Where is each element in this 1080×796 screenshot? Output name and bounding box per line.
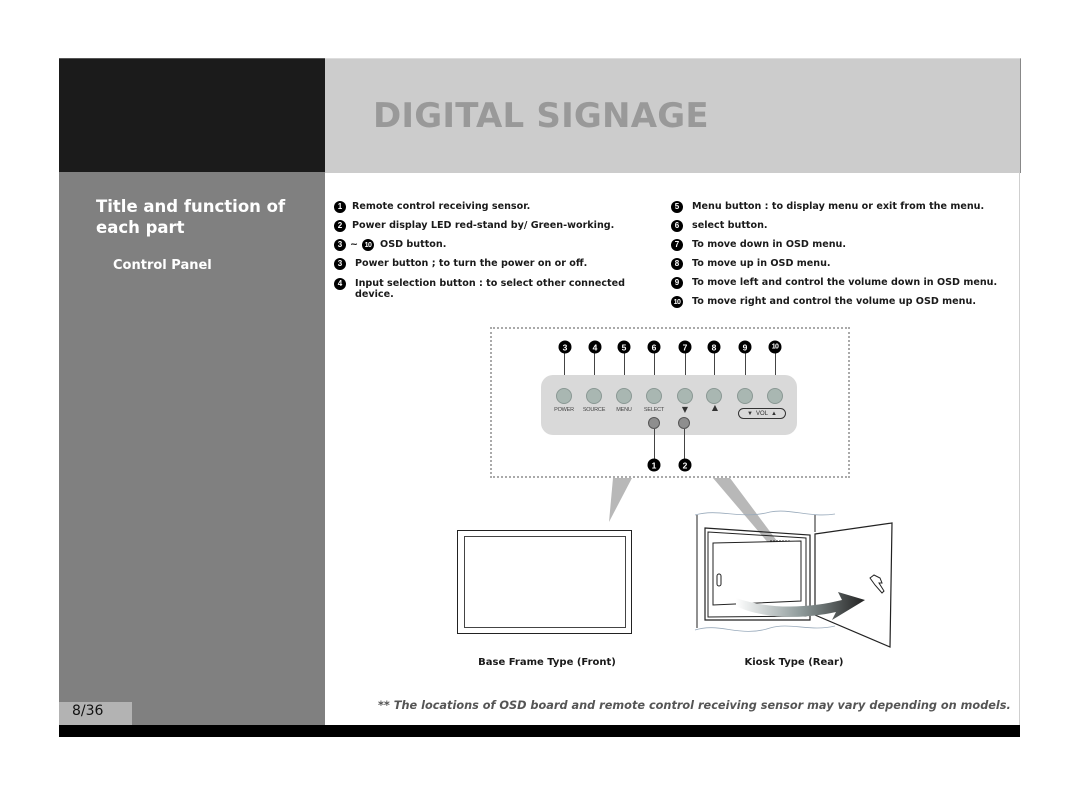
callout-badge: 6 [647,340,661,354]
description-text: Remote control receiving sensor. [352,201,531,212]
page-title: DIGITAL SIGNAGE [373,96,709,136]
number-badge: 7 [671,239,683,251]
display-front-screen [464,536,626,628]
callout-badge: 5 [617,340,631,354]
source-button[interactable] [586,388,602,404]
number-badge: 3 [334,239,346,251]
number-badge: 2 [334,220,346,232]
description-item: 6 select button. [671,220,768,232]
description-text: Power display LED red-stand by/ Green-wo… [352,220,615,231]
button-label: POWER [554,407,574,413]
number-badge: 5 [671,201,683,213]
sidebar [59,172,325,725]
volume-up-icon: ▲ [771,410,777,417]
description-item: 7 To move down in OSD menu. [671,239,846,251]
rear-caption: Kiosk Type (Rear) [744,657,844,668]
number-badge: 1 [334,201,346,213]
description-item: 8 To move up in OSD menu. [671,258,831,270]
description-text: To move up in OSD menu. [692,258,831,269]
front-caption: Base Frame Type (Front) [478,657,616,668]
description-item: 3 ~ 10 OSD button. [334,239,446,251]
number-badge: 10 [671,296,683,308]
range-separator: ~ [350,239,359,250]
description-item: 5 Menu button : to display menu or exit … [671,201,984,213]
description-text: select button. [692,220,768,231]
volume-down-icon: ▼ [747,410,753,417]
power-button[interactable] [556,388,572,404]
callout-badge: 7 [678,340,692,354]
description-text: To move down in OSD menu. [692,239,847,250]
footer-bar [59,725,1020,737]
rear-callout-pointer [713,478,780,545]
description-text: To move right and control the volume up … [692,296,976,307]
select-button[interactable] [646,388,662,404]
down-button[interactable] [677,388,693,404]
page-edge-line [1019,172,1020,725]
description-text: Menu button : to display menu or exit fr… [692,201,985,212]
volume-down-button[interactable] [737,388,753,404]
number-badge: 8 [671,258,683,270]
button-label: SOURCE [582,407,606,413]
description-text: Input selection button : to select other… [355,278,625,300]
section-subtitle: Control Panel [113,258,212,273]
leader-line [654,429,655,459]
description-item: 2 Power display LED red-stand by/ Green-… [334,220,614,232]
description-item: 4 Input selection button : to select oth… [334,278,644,300]
callout-badge: 3 [558,340,572,354]
remote-sensor [648,417,660,429]
description-item: 10 To move right and control the volume … [671,296,976,308]
number-badge: 6 [671,220,683,232]
volume-text: VOL [755,410,768,417]
power-led [678,417,690,429]
kiosk-illustration [694,510,893,648]
front-callout-pointer [609,478,632,522]
header-dark-block [59,58,325,173]
callout-badge: 4 [588,340,602,354]
description-item: 9 To move left and control the volume do… [671,277,997,289]
description-text: To move left and control the volume down… [692,277,998,288]
description-item: 3 Power button ; to turn the power on or… [334,258,587,270]
footnote: ** The locations of OSD board and remote… [378,699,1011,712]
section-title: Title and function of each part [96,197,286,237]
leader-line [684,429,685,459]
button-label: SELECT [643,407,665,413]
volume-up-button[interactable] [767,388,783,404]
number-badge: 3 [334,258,346,270]
up-arrow-icon: ▲ [711,403,719,412]
callout-badge: 8 [707,340,721,354]
down-arrow-icon: ▼ [681,405,689,414]
description-text: Power button ; to turn the power on or o… [355,258,588,269]
page-number: 8/36 [72,703,104,719]
up-button[interactable] [706,388,722,404]
description-text: OSD button. [380,239,447,250]
number-badge: 4 [334,278,346,290]
button-label: MENU [616,407,632,413]
menu-button[interactable] [616,388,632,404]
number-badge: 10 [362,239,375,251]
number-badge: 9 [671,277,683,289]
callout-badge: 10 [768,340,782,354]
callout-badge: 9 [738,340,752,354]
control-panel [541,375,797,435]
volume-label: ▼ VOL ▲ [738,408,786,419]
description-item: 1 Remote control receiving sensor. [334,201,530,213]
